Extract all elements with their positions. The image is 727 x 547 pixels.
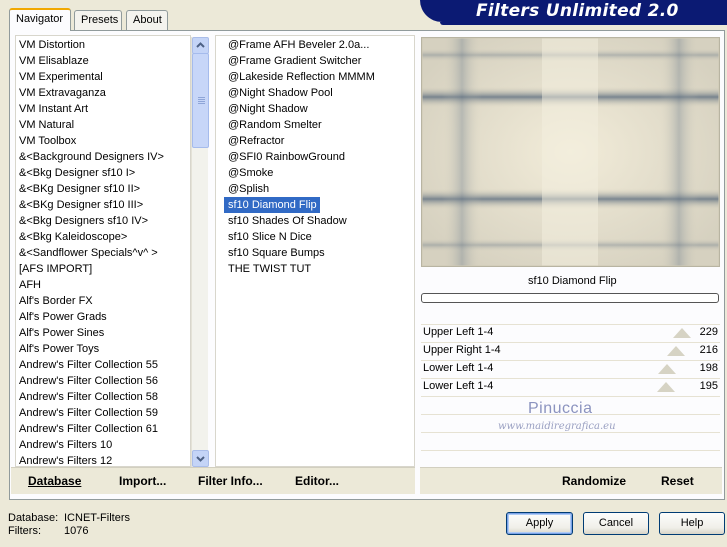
filter-item[interactable]: @Frame AFH Beveler 2.0a... <box>224 37 369 53</box>
filter-item[interactable]: sf10 Square Bumps <box>224 245 325 261</box>
slider-value: 195 <box>699 380 718 392</box>
category-item[interactable]: VM Natural <box>16 117 190 133</box>
empty-parameter-row <box>421 450 720 467</box>
parameter-slider-row[interactable]: Upper Right 1-4 216 <box>421 342 720 359</box>
slider-value: 198 <box>699 362 718 374</box>
slider-label: Upper Right 1-4 <box>423 344 501 356</box>
filter-item[interactable]: THE TWIST TUT <box>224 261 311 277</box>
category-item[interactable]: &<BKg Designer sf10 II> <box>16 181 190 197</box>
filters-status-label: Filters: <box>8 525 41 537</box>
filter-item[interactable]: @Frame Gradient Switcher <box>224 53 361 69</box>
category-item[interactable]: VM Elisablaze <box>16 53 190 69</box>
category-item[interactable]: VM Instant Art <box>16 101 190 117</box>
filter-item[interactable]: @SFI0 RainbowGround <box>224 149 345 165</box>
filter-preview-image <box>421 37 720 267</box>
category-item[interactable]: Andrew's Filters 12 <box>16 453 190 466</box>
filter-item[interactable]: sf10 Shades Of Shadow <box>224 213 347 229</box>
filter-item[interactable]: @Smoke <box>224 165 273 181</box>
category-item[interactable]: &<Sandflower Specials^v^ > <box>16 245 190 261</box>
chevron-up-icon <box>196 42 205 48</box>
category-item[interactable]: Alf's Power Grads <box>16 309 190 325</box>
import-button[interactable]: Import... <box>119 474 166 488</box>
filter-item[interactable]: @Lakeside Reflection MMMM <box>224 69 375 85</box>
category-item[interactable]: Alf's Power Toys <box>16 341 190 357</box>
slider-value: 216 <box>699 344 718 356</box>
filter-info-button[interactable]: Filter Info... <box>198 474 263 488</box>
category-item[interactable]: &<Background Designers IV> <box>16 149 190 165</box>
slider-label: Lower Left 1-4 <box>423 362 494 374</box>
database-status-label: Database: <box>8 512 59 524</box>
chevron-down-icon <box>196 456 205 462</box>
parameter-slider-row[interactable]: Upper Left 1-4 229 <box>421 324 720 341</box>
randomize-button[interactable]: Randomize <box>562 474 626 488</box>
filter-item[interactable]: @Random Smelter <box>224 117 322 133</box>
help-button[interactable]: Help <box>659 512 725 535</box>
cancel-button[interactable]: Cancel <box>583 512 649 535</box>
slider-label: Lower Left 1-4 <box>423 380 494 392</box>
slider-thumb[interactable] <box>656 382 675 392</box>
tab-presets[interactable]: Presets <box>74 10 122 30</box>
filter-item[interactable]: @Night Shadow <box>224 101 308 117</box>
watermark-url: www.maidiregrafica.eu <box>498 421 616 432</box>
watermark-name: Pinuccia <box>528 400 593 417</box>
editor-button[interactable]: Editor... <box>295 474 339 488</box>
category-item[interactable]: Andrew's Filter Collection 58 <box>16 389 190 405</box>
scroll-up-button[interactable] <box>192 37 209 54</box>
filter-item[interactable]: sf10 Slice N Dice <box>224 229 312 245</box>
category-item[interactable]: Andrew's Filter Collection 61 <box>16 421 190 437</box>
empty-parameter-row <box>421 432 720 449</box>
category-item[interactable]: &<Bkg Designers sf10 IV> <box>16 213 190 229</box>
slider-thumb[interactable] <box>658 364 677 374</box>
slider-value: 229 <box>699 326 718 338</box>
slider-thumb[interactable] <box>667 346 686 356</box>
app-title: Filters Unlimited 2.0 <box>476 1 679 21</box>
filter-item-selected[interactable]: sf10 Diamond Flip <box>224 197 320 213</box>
reset-button[interactable]: Reset <box>661 474 694 488</box>
tab-navigator[interactable]: Navigator <box>9 8 71 31</box>
filters-status-value: 1076 <box>64 525 89 537</box>
scroll-thumb[interactable] <box>192 53 209 148</box>
preview-pattern <box>422 38 719 266</box>
grip-line <box>198 101 205 102</box>
grip-line <box>198 97 205 98</box>
category-list[interactable]: VM Distortion VM Elisablaze VM Experimenta… <box>15 35 191 467</box>
header-banner-stripe <box>440 22 727 25</box>
category-item[interactable]: VM Distortion <box>16 37 190 53</box>
scroll-down-button[interactable] <box>192 450 209 467</box>
slider-thumb[interactable] <box>673 328 692 338</box>
category-item[interactable]: Andrew's Filters 10 <box>16 437 190 453</box>
filter-item[interactable]: @Refractor <box>224 133 284 149</box>
grip-line <box>198 103 205 104</box>
parameter-slider-row[interactable]: Lower Left 1-4 198 <box>421 360 720 377</box>
parameter-slider-row[interactable]: Lower Left 1-4 195 <box>421 378 720 395</box>
database-status-value: ICNET-Filters <box>64 512 130 524</box>
category-item[interactable]: VM Experimental <box>16 69 190 85</box>
category-item[interactable]: &<Bkg Kaleidoscope> <box>16 229 190 245</box>
category-item[interactable]: [AFS IMPORT] <box>16 261 190 277</box>
category-scrollbar[interactable] <box>191 37 209 467</box>
category-item[interactable]: VM Extravaganza <box>16 85 190 101</box>
category-item[interactable]: Andrew's Filter Collection 55 <box>16 357 190 373</box>
category-item[interactable]: Alf's Power Sines <box>16 325 190 341</box>
category-item[interactable]: AFH <box>16 277 190 293</box>
category-item[interactable]: Andrew's Filter Collection 59 <box>16 405 190 421</box>
category-item[interactable]: &<BKg Designer sf10 III> <box>16 197 190 213</box>
selected-filter-name: sf10 Diamond Flip <box>528 275 617 287</box>
database-button[interactable]: Database <box>28 474 81 488</box>
grip-line <box>198 99 205 100</box>
category-item[interactable]: Andrew's Filter Collection 56 <box>16 373 190 389</box>
progress-bar <box>421 293 719 303</box>
category-item[interactable]: &<Bkg Designer sf10 I> <box>16 165 190 181</box>
slider-label: Upper Left 1-4 <box>423 326 494 338</box>
apply-button[interactable]: Apply <box>506 512 573 535</box>
category-item[interactable]: VM Toolbox <box>16 133 190 149</box>
category-item[interactable]: Alf's Border FX <box>16 293 190 309</box>
filter-item[interactable]: @Night Shadow Pool <box>224 85 333 101</box>
tab-about[interactable]: About <box>126 10 168 30</box>
filter-item[interactable]: @Splish <box>224 181 269 197</box>
filter-list[interactable]: @Frame AFH Beveler 2.0a... @Frame Gradien… <box>215 35 415 467</box>
